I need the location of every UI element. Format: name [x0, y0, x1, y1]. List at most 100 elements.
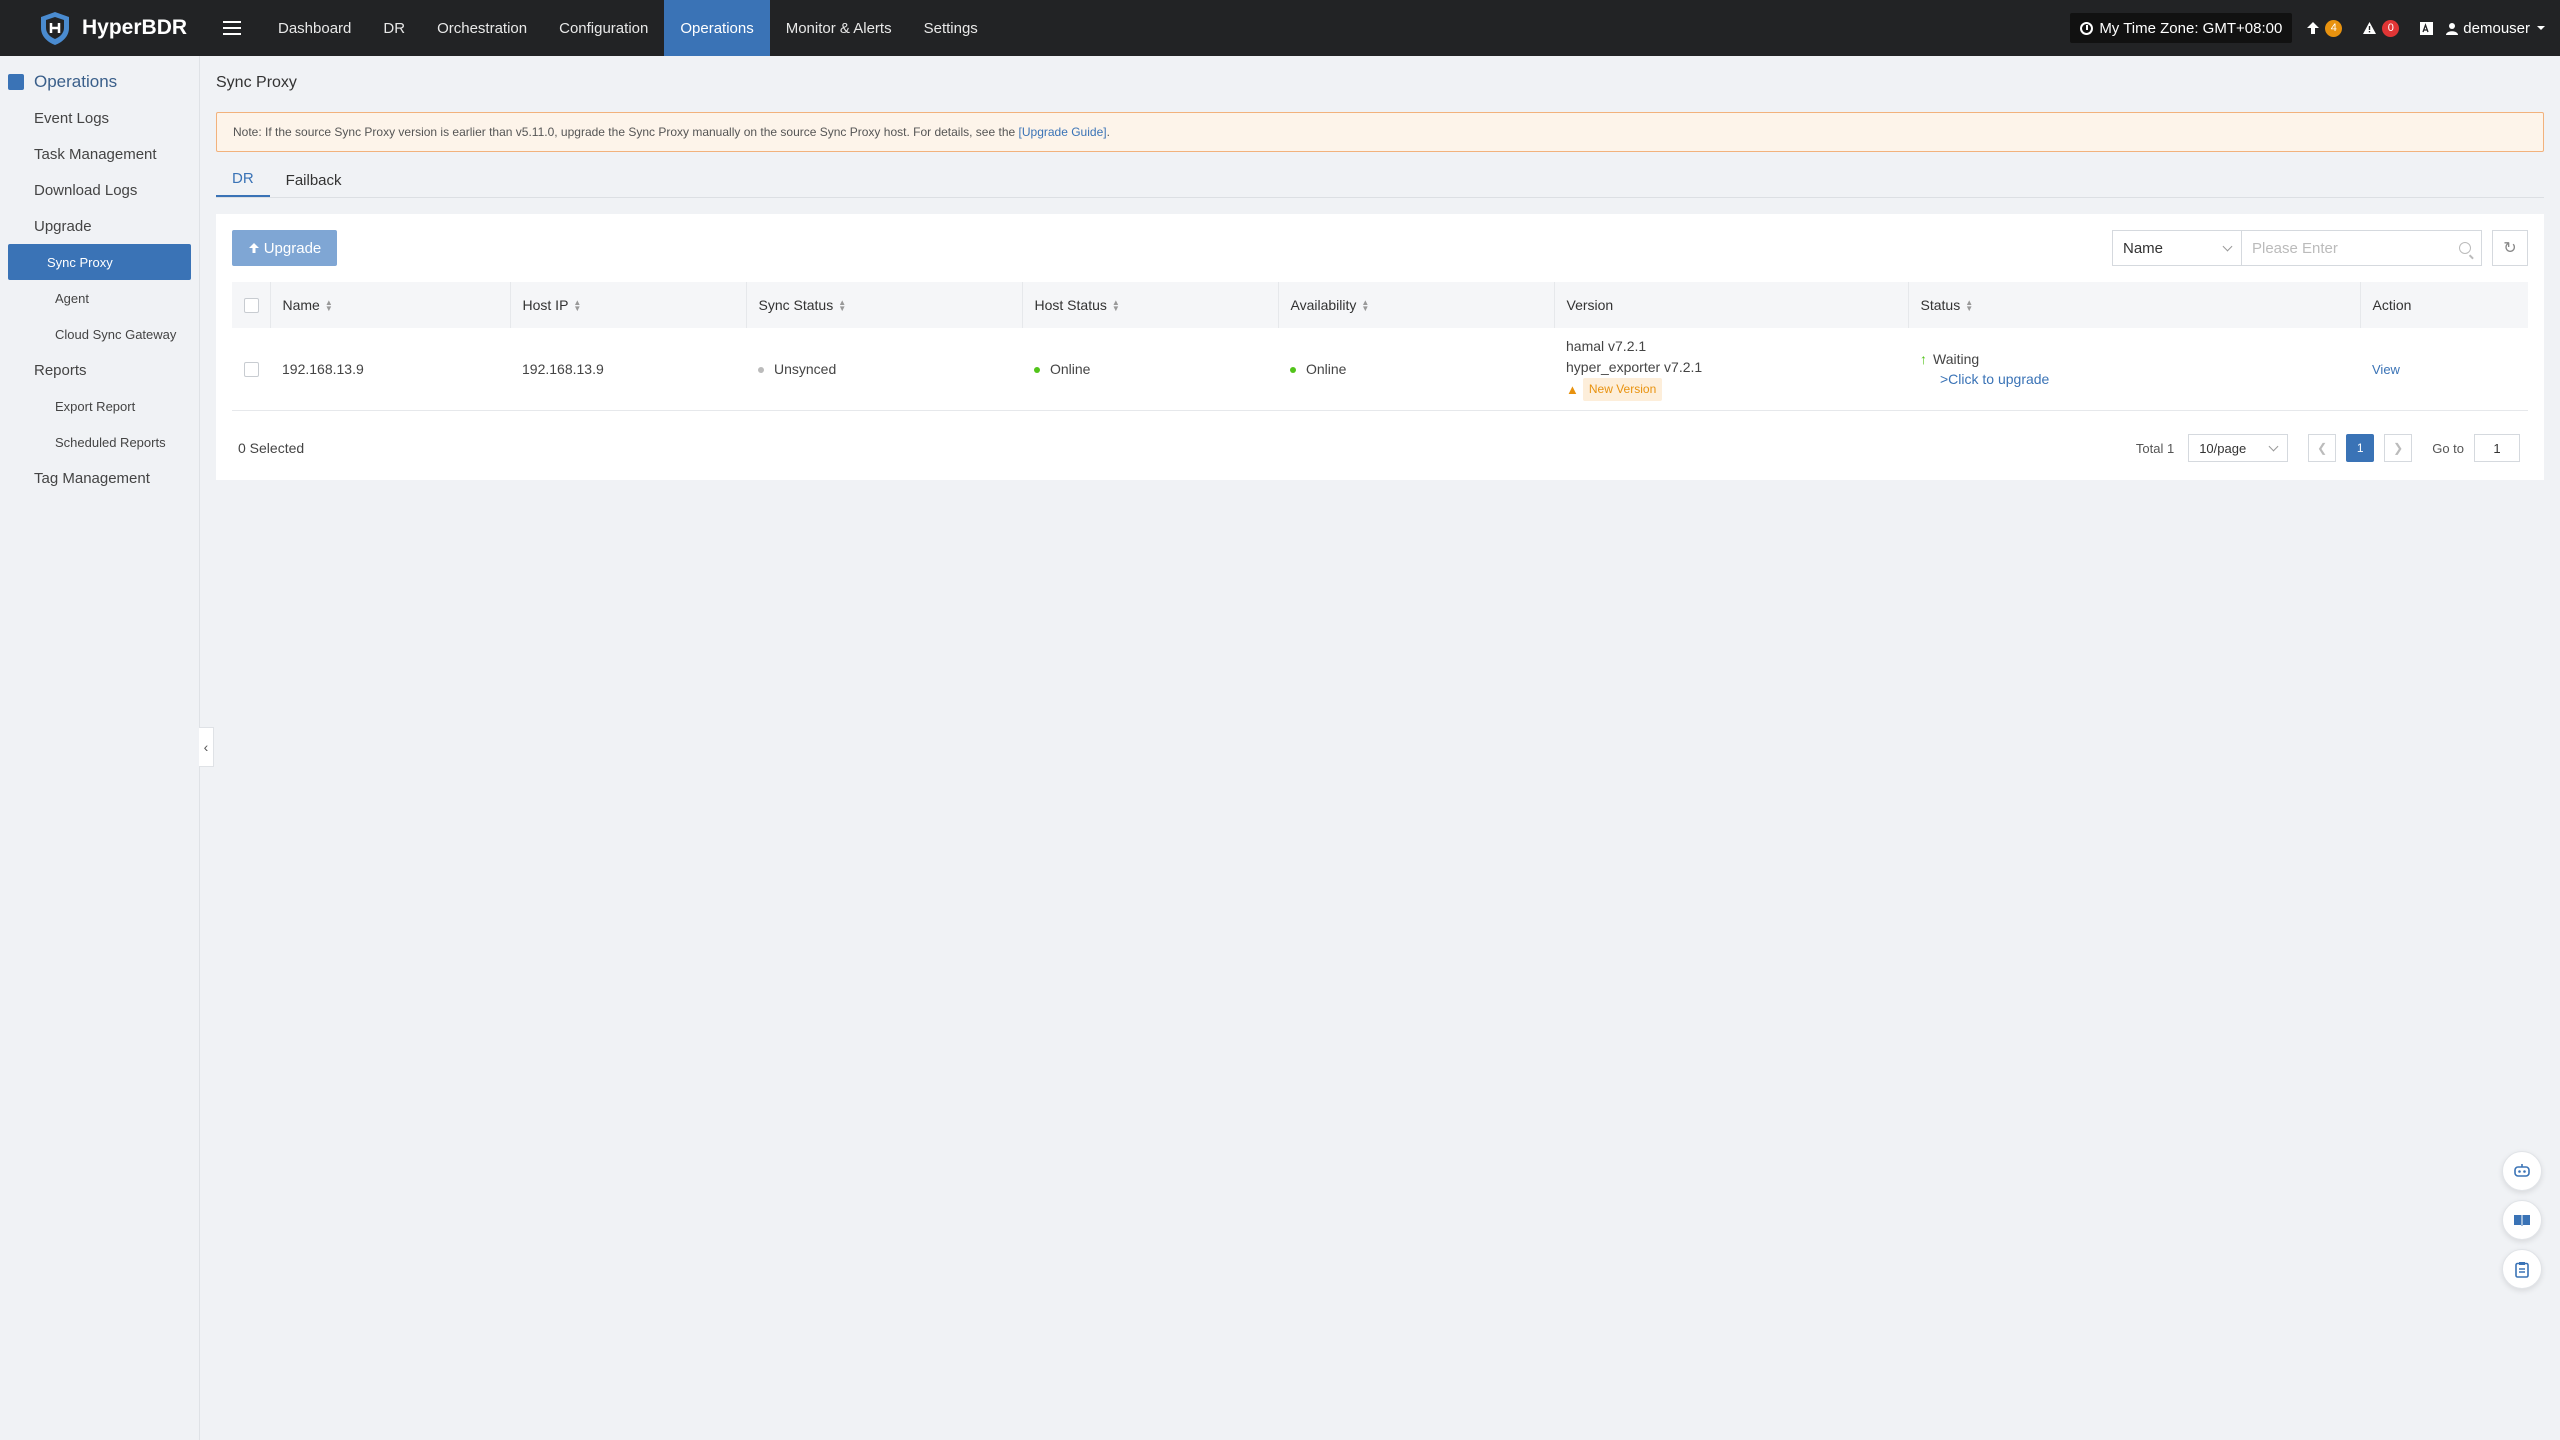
status-waiting: ↑ Waiting [1920, 351, 2360, 367]
upgrade-count-badge: 4 [2325, 19, 2343, 37]
tab-dr[interactable]: DR [216, 166, 270, 197]
sidebar-item-cloud-sync-gateway[interactable]: Cloud Sync Gateway [8, 316, 191, 352]
search-area: Name ↻ [2112, 230, 2528, 266]
sidebar-item-agent[interactable]: Agent [8, 280, 191, 316]
caret-down-icon [2537, 26, 2545, 30]
app-name: HyperBDR [82, 16, 188, 39]
table-header-row: Name ▲ ▼ Host IP ▲ ▼ Sync Status ▲ ▼ Host Stat… [232, 282, 2528, 328]
select-all-checkbox[interactable] [244, 298, 259, 314]
row-status: ↑ Waiting >Click to upgrade [1908, 328, 2360, 411]
sidebar-item-scheduled-reports[interactable]: Scheduled Reports [8, 424, 191, 460]
sort-icon[interactable]: ▲ ▼ [325, 299, 333, 313]
goto-page-input[interactable] [2474, 434, 2520, 462]
user-menu[interactable]: demouser [2446, 20, 2546, 37]
search-icon[interactable] [2459, 242, 2471, 254]
clipboard-icon[interactable] [2502, 1249, 2542, 1289]
language-icon[interactable] [2419, 21, 2434, 36]
main-nav: Dashboard DR Orchestration Configuration… [262, 0, 994, 56]
sidebar-item-tag-management[interactable]: Tag Management [0, 460, 199, 496]
support-robot-icon[interactable] [2502, 1151, 2542, 1191]
sidebar-title-label: Operations [34, 72, 118, 91]
goto-label: Go to [2432, 440, 2464, 456]
header-host-status[interactable]: Host Status ▲ ▼ [1022, 282, 1279, 328]
status-dot-icon [758, 367, 764, 374]
sync-status-label: Unsynced [774, 360, 837, 377]
sidebar-collapse-chevron-icon[interactable]: ‹ [199, 727, 214, 767]
timezone-display[interactable]: My Time Zone: GMT+08:00 [2070, 13, 2293, 43]
sidebar-item-event-logs[interactable]: Event Logs [0, 100, 199, 136]
upgrade-button-label: Upgrade [263, 239, 322, 257]
nav-monitor-alerts[interactable]: Monitor & Alerts [770, 0, 908, 56]
menu-toggle-icon[interactable] [212, 0, 252, 56]
search-input[interactable] [2252, 239, 2432, 257]
status-dot-icon [1034, 367, 1040, 374]
click-to-upgrade-link[interactable]: >Click to upgrade [1940, 371, 2049, 387]
chevron-down-icon [2268, 441, 2279, 451]
book-icon[interactable] [2502, 1200, 2542, 1240]
new-version-tag: New Version [1582, 378, 1663, 402]
header-host-ip-label: Host IP [522, 297, 569, 313]
next-page-chevron-right-icon[interactable]: ❯ [2384, 434, 2413, 462]
header-sync-status[interactable]: Sync Status ▲ ▼ [746, 282, 1023, 328]
sidebar-item-download-logs[interactable]: Download Logs [0, 172, 199, 208]
sidebar-item-upgrade[interactable]: Upgrade [0, 208, 199, 244]
row-sync-status: Unsynced [746, 328, 1022, 411]
view-link[interactable]: View [2372, 362, 2400, 377]
filter-select[interactable]: Name [2112, 230, 2242, 266]
arrow-up-icon: ↑ [1920, 350, 1927, 367]
header-action: Action [2360, 282, 2528, 328]
sort-icon[interactable]: ▲ ▼ [573, 299, 581, 313]
nav-operations[interactable]: Operations [664, 0, 770, 56]
sidebar-item-reports[interactable]: Reports [0, 352, 199, 388]
status-dot-icon [1290, 367, 1296, 374]
tabs: DR Failback [216, 166, 2544, 198]
row-host-status: Online [1022, 328, 1278, 411]
header-status[interactable]: Status ▲ ▼ [1908, 282, 2361, 328]
sort-icon[interactable]: ▲ ▼ [1965, 299, 1973, 313]
nav-dr[interactable]: DR [367, 0, 421, 56]
sort-icon[interactable]: ▲ ▼ [838, 299, 846, 313]
floating-actions [2502, 1151, 2542, 1298]
nav-orchestration[interactable]: Orchestration [421, 0, 543, 56]
header-name[interactable]: Name ▲ ▼ [270, 282, 511, 328]
nav-configuration[interactable]: Configuration [543, 0, 664, 56]
row-checkbox[interactable] [244, 362, 259, 378]
alert-count-badge: 0 [2382, 19, 2400, 37]
sidebar-item-sync-proxy[interactable]: Sync Proxy [8, 244, 191, 280]
user-icon [2446, 22, 2459, 35]
prev-page-chevron-left-icon[interactable]: ❮ [2308, 434, 2337, 462]
upgrade-button[interactable]: Upgrade [232, 230, 337, 266]
page-size-select[interactable]: 10/page [2188, 434, 2289, 462]
nav-dashboard[interactable]: Dashboard [262, 0, 367, 56]
new-version-row: ▲ New Version [1566, 378, 1908, 402]
chevron-down-icon [2222, 241, 2233, 251]
header-host-ip[interactable]: Host IP ▲ ▼ [510, 282, 747, 328]
row-select-cell[interactable] [232, 328, 270, 411]
upgrade-note: Note: If the source Sync Proxy version i… [216, 112, 2544, 152]
warning-icon: ▲ [1566, 382, 1579, 398]
warning-icon [2363, 22, 2377, 34]
header-availability[interactable]: Availability ▲ ▼ [1278, 282, 1555, 328]
header-select-all[interactable] [232, 282, 271, 328]
page-number-button[interactable]: 1 [2346, 434, 2375, 462]
sidebar-item-task-management[interactable]: Task Management [0, 136, 199, 172]
header-status-label: Status [1920, 297, 1961, 313]
total-count: Total 1 [2135, 440, 2175, 456]
upgrade-notifications[interactable]: 4 [2306, 19, 2343, 37]
sidebar-item-export-report[interactable]: Export Report [8, 388, 191, 424]
logo[interactable]: HyperBDR [0, 0, 195, 56]
tab-failback[interactable]: Failback [270, 166, 358, 197]
upgrade-guide-link[interactable]: [Upgrade Guide] [1019, 125, 1107, 139]
row-action: View [2360, 328, 2528, 411]
header-name-label: Name [282, 297, 320, 313]
refresh-icon[interactable]: ↻ [2492, 230, 2528, 266]
header-version: Version [1554, 282, 1909, 328]
sort-icon[interactable]: ▲ ▼ [1112, 299, 1120, 313]
nav-settings[interactable]: Settings [908, 0, 994, 56]
hyperbdr-logo-icon [41, 12, 69, 45]
upgrade-arrow-icon [2307, 22, 2320, 34]
timezone-label: My Time Zone: GMT+08:00 [2099, 19, 2283, 37]
row-version: hamal v7.2.1 hyper_exporter v7.2.1 ▲ New … [1554, 328, 1908, 411]
alert-notifications[interactable]: 0 [2362, 19, 2400, 37]
sort-icon[interactable]: ▲ ▼ [1361, 299, 1369, 313]
